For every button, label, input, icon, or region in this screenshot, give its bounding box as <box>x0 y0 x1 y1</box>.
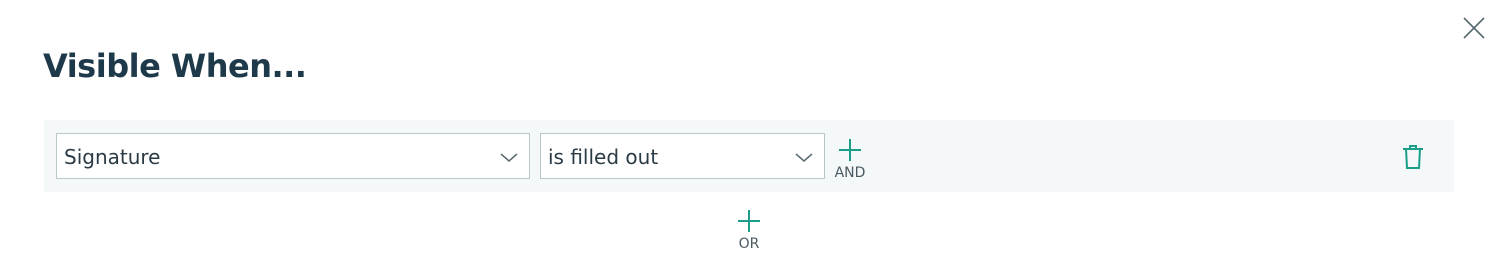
condition-select[interactable]: is filled out <box>540 133 825 179</box>
chevron-down-icon <box>500 153 518 162</box>
add-and-button[interactable]: AND <box>830 137 870 181</box>
close-icon <box>1463 17 1485 39</box>
close-button[interactable] <box>1460 14 1488 42</box>
field-select-value: Signature <box>64 145 161 169</box>
field-select[interactable]: Signature <box>56 133 530 179</box>
chevron-down-icon <box>795 153 813 162</box>
plus-icon <box>738 210 760 232</box>
condition-select-value: is filled out <box>548 145 659 169</box>
trash-icon <box>1403 145 1423 169</box>
condition-row: Signature is filled out AND <box>44 120 1454 192</box>
add-or-button[interactable]: OR <box>729 208 769 252</box>
dialog-title: Visible When... <box>43 47 307 85</box>
delete-rule-button[interactable] <box>1401 144 1425 170</box>
visible-when-dialog: Visible When... Signature is filled out … <box>0 0 1500 267</box>
add-and-label: AND <box>834 165 866 181</box>
plus-icon <box>839 139 861 161</box>
add-or-label: OR <box>738 236 760 252</box>
